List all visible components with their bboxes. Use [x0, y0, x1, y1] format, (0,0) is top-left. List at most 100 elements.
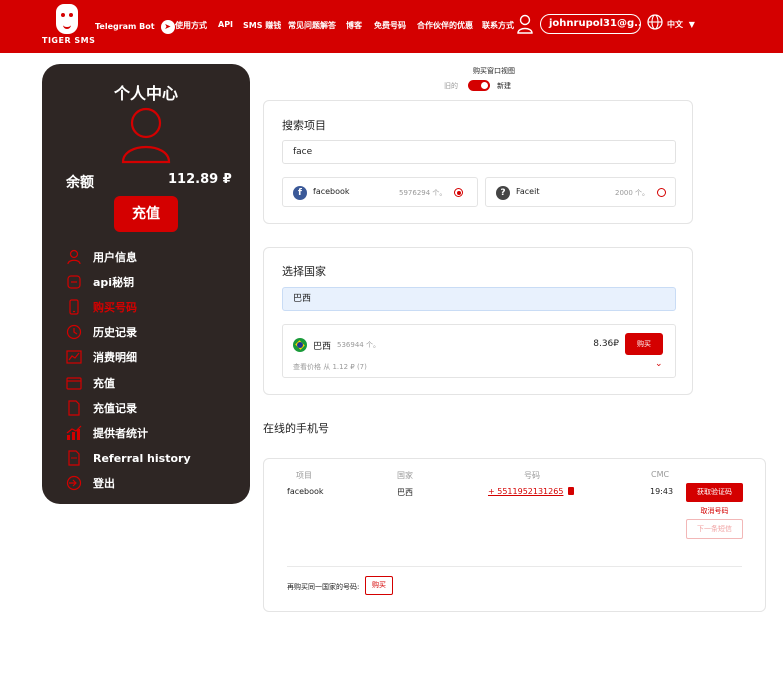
- api-key-icon: [67, 275, 81, 289]
- new-view-label: 新建: [497, 82, 511, 90]
- service-name: facebook: [313, 187, 350, 196]
- telegram-bot-label: Telegram Bot: [95, 22, 155, 31]
- get-code-button[interactable]: 获取验证码: [686, 483, 743, 502]
- logout-icon: [66, 476, 82, 491]
- service-radio-selected[interactable]: [454, 188, 463, 197]
- cancel-number-link[interactable]: 取消号码: [686, 506, 743, 516]
- price-note: 查看价格 从 1.12 ₽ (7): [293, 363, 367, 371]
- sidebar-item-history[interactable]: 历史记录: [66, 320, 246, 345]
- column-header-number: 号码: [524, 471, 540, 480]
- sidebar-item-user-info[interactable]: 用户信息: [66, 244, 246, 269]
- brazil-flag-icon: [293, 338, 307, 352]
- telegram-icon: ➤: [160, 19, 175, 34]
- divider: [287, 566, 742, 567]
- avatar-icon: [121, 107, 171, 164]
- sidebar-title: 个人中心: [113, 84, 178, 103]
- nav-contacts[interactable]: 联系方式: [482, 20, 514, 31]
- faceit-icon: ?: [496, 186, 510, 200]
- service-name: Faceit: [516, 187, 540, 196]
- logo-text: TIGER SMS: [42, 36, 96, 45]
- chart-icon: [66, 350, 82, 364]
- row-phone-number[interactable]: + 5511952131265: [488, 487, 563, 496]
- nav-free-numbers[interactable]: 免费号码: [374, 20, 406, 31]
- next-sms-button[interactable]: 下一条短信: [686, 519, 743, 539]
- sidebar-item-label: 历史记录: [93, 326, 137, 340]
- globe-icon[interactable]: [647, 14, 663, 30]
- sidebar-item-label: api秘钥: [93, 275, 135, 289]
- chevron-down-icon[interactable]: ⌄: [655, 359, 663, 369]
- tiger-logo-icon: [56, 4, 78, 34]
- sidebar-item-label: 登出: [93, 477, 115, 491]
- personal-center-sidebar: 个人中心 余额 112.89 ₽ 充值 用户信息 api秘钥 购买号码 历史记录…: [42, 64, 250, 504]
- sidebar-item-topup[interactable]: 充值: [66, 370, 246, 395]
- row-country: 巴西: [397, 488, 413, 497]
- service-option-faceit[interactable]: ? Faceit 2000 个。: [485, 177, 676, 207]
- balance-value: 112.89 ₽: [168, 172, 232, 187]
- country-name: 巴西: [313, 342, 332, 352]
- balance-label: 余额: [66, 175, 94, 191]
- sidebar-item-provider-stats[interactable]: 提供者统计: [66, 420, 246, 445]
- stats-icon: [66, 425, 82, 440]
- account-email[interactable]: johnrupol31@g...: [540, 14, 641, 34]
- service-search-input[interactable]: face: [282, 140, 676, 164]
- nav-sms-earn[interactable]: SMS 赚钱: [243, 20, 281, 31]
- search-service-card: 搜索项目 face f facebook 5976294 个。 ? Faceit…: [263, 100, 693, 224]
- sidebar-item-label: 用户信息: [93, 250, 137, 264]
- sidebar-item-logout[interactable]: 登出: [66, 471, 246, 496]
- phone-icon: [69, 299, 79, 315]
- top-navbar: TIGER SMS Telegram Bot ➤ 使用方式 API SMS 赚钱…: [0, 0, 783, 53]
- buy-button[interactable]: 购买: [625, 333, 663, 355]
- service-radio[interactable]: [657, 188, 666, 197]
- language-label: 中文: [667, 20, 683, 29]
- row-time: 19:43: [650, 487, 674, 496]
- sidebar-item-expenses[interactable]: 消费明细: [66, 345, 246, 370]
- sidebar-item-label: Referral history: [93, 451, 191, 465]
- sidebar-item-api-key[interactable]: api秘钥: [66, 269, 246, 294]
- nav-faq[interactable]: 常见问题解答: [288, 20, 336, 31]
- country-option-brazil[interactable]: 巴西 536944 个。 8.36₽ 购买 查看价格 从 1.12 ₽ (7) …: [282, 324, 676, 378]
- search-card-title: 搜索项目: [282, 119, 326, 132]
- nav-partner-offers[interactable]: 合作伙伴的优惠: [417, 20, 473, 31]
- country-count: 536944 个。: [337, 341, 380, 349]
- nav-api[interactable]: API: [218, 20, 233, 29]
- service-count: 5976294 个。: [399, 189, 447, 197]
- online-numbers-title: 在线的手机号: [263, 422, 329, 435]
- sidebar-item-label: 充值: [93, 376, 115, 390]
- view-switch-title: 购买窗口视图: [444, 66, 544, 76]
- column-header-country: 国家: [397, 471, 413, 480]
- sidebar-item-label: 消费明细: [93, 351, 137, 365]
- sidebar-item-buy-number[interactable]: 购买号码: [66, 294, 246, 319]
- history-icon: [66, 325, 82, 340]
- country-card-title: 选择国家: [282, 265, 326, 278]
- column-header-sms: СМС: [651, 470, 670, 479]
- topup-button[interactable]: 充值: [114, 196, 178, 232]
- sidebar-item-topup-history[interactable]: 充值记录: [66, 395, 246, 420]
- row-service: facebook: [287, 487, 324, 496]
- sidebar-item-label: 充值记录: [93, 401, 137, 415]
- user-icon: [67, 249, 81, 264]
- service-option-facebook[interactable]: f facebook 5976294 个。: [282, 177, 478, 207]
- tiger-sms-logo[interactable]: TIGER SMS: [42, 4, 96, 48]
- sidebar-item-referral-history[interactable]: Referral history: [66, 446, 246, 471]
- column-header-service: 项目: [296, 471, 312, 480]
- language-selector[interactable]: 中文 ▼: [667, 19, 695, 30]
- old-view-label: 旧的: [444, 82, 458, 90]
- document-icon: [68, 400, 80, 416]
- sidebar-item-label: 购买号码: [93, 300, 137, 314]
- service-count: 2000 个。: [615, 189, 650, 197]
- country-price: 8.36₽: [593, 339, 619, 349]
- buy-again-label: 再购买同一国家的号码:: [287, 583, 360, 591]
- wallet-icon: [66, 376, 82, 390]
- view-toggle[interactable]: [468, 80, 490, 91]
- country-search-input[interactable]: 巴西: [282, 287, 676, 311]
- copy-icon[interactable]: [568, 487, 574, 495]
- profile-icon[interactable]: [517, 14, 533, 34]
- telegram-bot-link[interactable]: Telegram Bot ➤: [95, 0, 175, 53]
- nav-usage[interactable]: 使用方式: [175, 20, 207, 31]
- view-switch-label: 购买窗口视图: [473, 67, 515, 75]
- sidebar-item-label: 提供者统计: [93, 426, 148, 440]
- select-country-card: 选择国家 巴西 巴西 536944 个。 8.36₽ 购买 查看价格 从 1.1…: [263, 247, 693, 395]
- buy-again-button[interactable]: 购买: [365, 576, 393, 595]
- nav-blog[interactable]: 博客: [346, 20, 362, 31]
- referral-icon: [68, 450, 80, 466]
